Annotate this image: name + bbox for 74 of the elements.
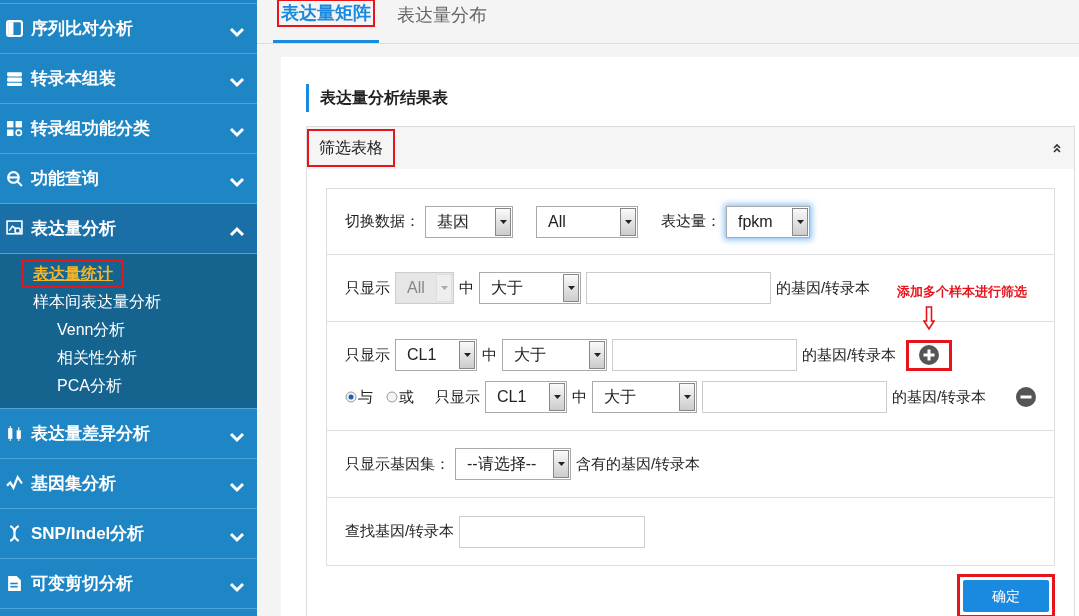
remove-button[interactable] [1016,387,1036,407]
field-label: 的基因/转录本 [892,386,987,407]
dropdown[interactable]: CL1 [395,339,477,371]
field-label: 表达量： [661,211,721,232]
caret-icon [683,395,691,399]
field-label: 查找基因/转录本 [345,521,455,542]
dropdown[interactable]: 大于 [592,381,697,413]
server-icon [6,70,23,87]
sidebar-item[interactable]: 表达量分析 [0,204,257,254]
caret-icon [624,219,632,224]
field-label: 含有的基因/转录本 [576,453,701,474]
field-label: 只显示 [345,277,390,298]
chart-icon [6,220,23,237]
section-title: 表达量分析结果表 [320,88,448,108]
sidebar-item[interactable]: 转录本组装 [0,54,257,104]
field-label: 只显示 [435,386,480,407]
bars-icon [6,425,23,442]
input-field[interactable] [702,381,887,413]
document-icon [6,575,23,592]
field-label: 切换数据： [345,211,420,232]
sidebar-item[interactable]: SNP/Indel分析 [0,509,257,559]
field-label: 中 [482,344,497,365]
caret-icon [499,219,507,224]
dropdown[interactable]: CL1 [485,381,567,413]
dropdown[interactable]: 大于 [479,272,581,304]
input-field[interactable] [459,515,646,548]
field-label: 只显示基因集： [345,453,450,474]
dropdown[interactable]: 大于 [502,339,607,371]
input-field[interactable] [612,339,797,371]
panel-title: 筛选表格 [308,130,394,166]
field-label: 只显示 [345,344,390,365]
caret-icon [593,353,601,357]
sidebar-item[interactable]: 表达量差异分析 [0,409,257,459]
dropdown[interactable]: --请选择-- [455,448,571,480]
confirm-button[interactable]: 确定 [963,580,1049,612]
double-chevron-icon[interactable] [1052,143,1062,153]
submenu-item[interactable]: 样本间表达量分析 [23,289,171,315]
submenu-item[interactable]: Venn分析 [47,317,136,343]
submenu-item[interactable]: 相关性分析 [47,345,147,371]
field-label: 中 [459,277,474,298]
panel-icon [6,20,23,37]
radio-option[interactable]: 或 [386,385,414,409]
input-field[interactable] [586,272,771,304]
caret-icon [440,286,448,290]
dropdown[interactable]: 基因 [425,205,513,238]
caret-icon [557,462,565,466]
dropdown[interactable]: fpkm [726,205,810,238]
radio-icon[interactable] [386,391,398,403]
field-label: 的基因/转录本 [802,344,897,365]
caret-icon [796,219,804,224]
tab[interactable]: 表达量矩阵 [273,0,379,43]
caret-icon [567,286,575,290]
radio-option[interactable]: 与 [345,385,373,409]
submenu-item[interactable]: 表达量统计 [23,261,123,287]
dropdown[interactable]: All [536,205,638,238]
down-arrow-icon [923,305,936,330]
sidebar-item[interactable]: 转录组功能分类 [0,104,257,154]
caret-icon [553,395,561,399]
radio-icon[interactable] [345,391,357,403]
line-chart-icon [6,475,23,492]
field-label: 的基因/转录本 [776,277,871,298]
submenu-item[interactable]: PCA分析 [47,373,132,399]
sidebar-item[interactable]: 基因集分析 [0,459,257,509]
field-label: 中 [572,386,587,407]
sidebar-item[interactable]: 可变剪切分析 [0,559,257,609]
add-button[interactable] [906,339,953,371]
annotation-note: 添加多个样本进行筛选 [897,282,1028,301]
caret-icon [463,353,471,357]
minus-icon [1016,387,1036,407]
grid-search-icon [6,120,23,137]
tab[interactable]: 表达量分布 [389,0,495,43]
plus-icon [919,345,940,365]
sidebar-item[interactable]: 序列比对分析 [0,4,257,54]
search-icon [6,170,23,187]
